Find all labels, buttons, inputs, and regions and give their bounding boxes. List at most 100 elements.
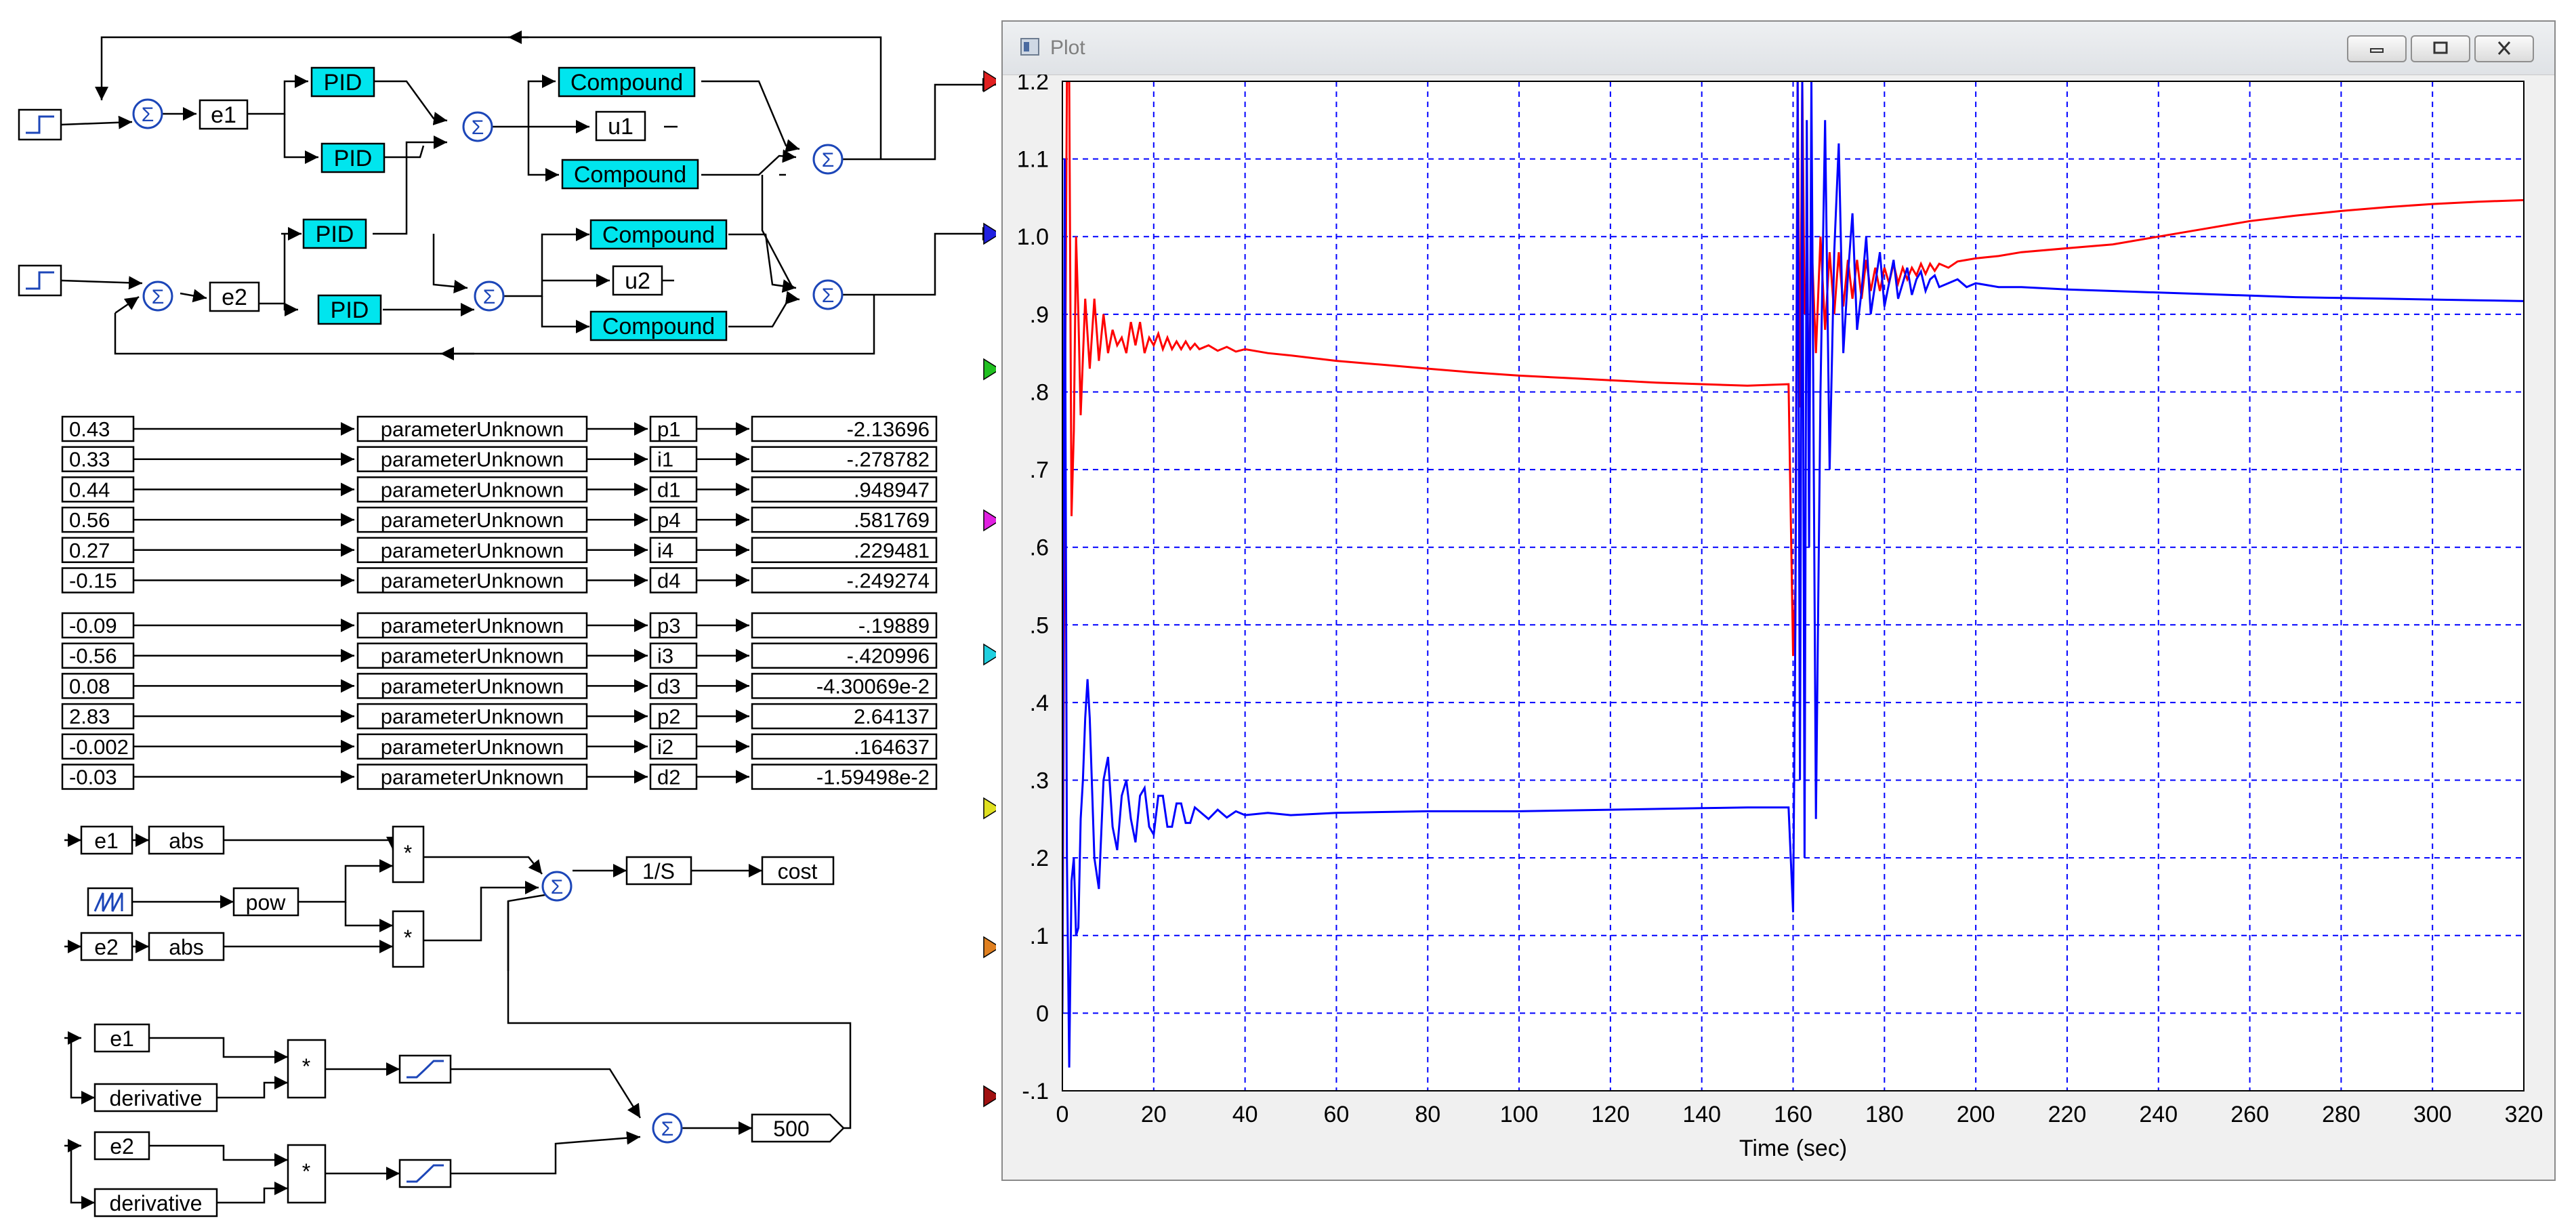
compound-label-1: Compound <box>570 70 683 96</box>
x-tick-label: 100 <box>1500 1102 1539 1127</box>
x-tick-label: 300 <box>2413 1102 2452 1127</box>
parameter-estimation-table: 0.43 parameterUnknown p1 -2.13696 0.33 parame… <box>61 415 938 790</box>
parameter-unknown-label: parameterUnknown <box>381 478 564 501</box>
param-estimate-value: -.19889 <box>858 614 930 638</box>
restore-icon <box>2433 41 2448 54</box>
svg-text:Σ: Σ <box>142 104 154 126</box>
close-button[interactable] <box>2474 35 2534 62</box>
block-diagram-canvas[interactable]: Σ Σ Σ Σ Σ Σ e1 e2 u1 u2 PID PID PID PID Comp… <box>0 0 996 1227</box>
parameter-unknown-label: parameterUnknown <box>381 766 564 789</box>
param-row: 0.08 parameterUnknown d3 -4.30069e-2 <box>61 673 938 699</box>
plot-input-port[interactable] <box>983 643 996 666</box>
minimize-icon <box>2370 48 2384 53</box>
ramp-source[interactable] <box>87 887 133 917</box>
minimize-button[interactable] <box>2347 35 2407 62</box>
y-tick-label: 1.1 <box>1017 147 1049 173</box>
sum-symbol-cost: Σ <box>551 876 564 898</box>
multiply-label-1: * <box>404 841 412 865</box>
param-estimate-value: -2.13696 <box>847 417 930 441</box>
parameter-unknown-label: parameterUnknown <box>381 644 564 668</box>
y-tick-label: .3 <box>1030 768 1049 794</box>
compound-label-2: Compound <box>574 162 686 188</box>
param-initial-value-text: -0.002 <box>69 735 129 759</box>
x-tick-label: 320 <box>2505 1102 2543 1127</box>
plot-input-port[interactable] <box>983 1085 996 1108</box>
param-name-label: d4 <box>657 569 680 593</box>
y-tick-label: .7 <box>1030 457 1049 483</box>
y-tick-label: -.1 <box>1022 1079 1049 1104</box>
x-tick-label: 240 <box>2139 1102 2178 1127</box>
param-initial-value-text: -0.03 <box>69 766 117 789</box>
param-row: 0.33 parameterUnknown i1 -.278782 <box>61 446 938 472</box>
plot-input-port[interactable] <box>983 936 996 959</box>
param-row: -0.09 parameterUnknown p3 -.19889 <box>61 612 938 639</box>
cost-output-label: cost <box>778 859 818 883</box>
maximize-button[interactable] <box>2411 35 2470 62</box>
param-row: -0.002 parameterUnknown i2 .164637 <box>61 733 938 760</box>
parameter-unknown-label: parameterUnknown <box>381 417 564 441</box>
plot-input-port[interactable] <box>983 358 996 381</box>
param-estimate-value: -1.59498e-2 <box>816 766 930 789</box>
plot-input-ports <box>983 70 996 1108</box>
param-initial-value-text: -0.56 <box>69 644 117 668</box>
multiply-label-2: * <box>404 926 412 950</box>
param-name-label: i2 <box>657 735 673 759</box>
y-tick-label: 1.0 <box>1017 224 1049 250</box>
parameter-unknown-label: parameterUnknown <box>381 735 564 759</box>
param-name-label: i4 <box>657 539 673 562</box>
plot-input-port[interactable] <box>983 222 996 245</box>
svg-text:Σ: Σ <box>822 285 835 307</box>
parameter-unknown-label: parameterUnknown <box>381 569 564 593</box>
y-tick-label: 1.2 <box>1017 75 1049 95</box>
x-tick-label: 60 <box>1324 1102 1350 1127</box>
svg-text:Σ: Σ <box>472 117 484 139</box>
parameter-unknown-label: parameterUnknown <box>381 705 564 728</box>
param-name-label: p3 <box>657 614 680 638</box>
abs-label-1: abs <box>169 829 204 853</box>
y-tick-label: .5 <box>1030 612 1049 638</box>
x-axis-label: Time (sec) <box>1739 1136 1847 1161</box>
cost-e2-label-2: e2 <box>110 1134 134 1159</box>
sum-symbol-penalty: Σ <box>661 1118 674 1140</box>
plot-window[interactable]: Plot 0 20 40 60 80 100 120 140 160 180 200 220 240 26… <box>1001 20 2556 1181</box>
plot-app-icon <box>1020 38 1039 56</box>
plot-input-port[interactable] <box>983 509 996 532</box>
param-row: -0.15 parameterUnknown d4 -.249274 <box>61 567 938 594</box>
plot-titlebar[interactable]: Plot <box>1003 22 2554 75</box>
parameter-unknown-label: parameterUnknown <box>381 448 564 472</box>
y-tick-label: .1 <box>1030 923 1049 949</box>
plot-input-port[interactable] <box>983 797 996 820</box>
x-tick-label: 120 <box>1592 1102 1630 1127</box>
param-initial-value-text: 0.08 <box>69 674 110 698</box>
param-row: 0.44 parameterUnknown d1 .948947 <box>61 476 938 503</box>
y-tick-label: .4 <box>1030 690 1049 716</box>
param-name-label: i3 <box>657 644 673 668</box>
param-estimate-value: -4.30069e-2 <box>816 674 930 698</box>
x-tick-label: 140 <box>1682 1102 1721 1127</box>
x-tick-label: 260 <box>2230 1102 2269 1127</box>
param-name-label: p4 <box>657 508 680 532</box>
param-name-label: d1 <box>657 478 680 501</box>
x-tick-label: 0 <box>1056 1102 1069 1127</box>
param-initial-value-text: -0.09 <box>69 614 117 638</box>
x-tick-label: 280 <box>2322 1102 2361 1127</box>
signal-u2-label: u2 <box>625 268 650 294</box>
param-name-label: d3 <box>657 674 680 698</box>
param-estimate-value: .948947 <box>854 478 930 501</box>
plot-area[interactable]: 0 20 40 60 80 100 120 140 160 180 200 220 240 260 280 3… <box>1003 75 2554 1180</box>
param-estimate-value: .229481 <box>854 539 930 562</box>
param-name-label: p2 <box>657 705 680 728</box>
param-row: 0.56 parameterUnknown p4 .581769 <box>61 506 938 533</box>
parameter-unknown-label: parameterUnknown <box>381 674 564 698</box>
compound-label-3: Compound <box>602 222 715 248</box>
compound-label-4: Compound <box>602 314 715 339</box>
plot-input-port[interactable] <box>983 70 996 93</box>
param-row: 2.83 parameterUnknown p2 2.64137 <box>61 703 938 730</box>
x-tick-label: 40 <box>1232 1102 1258 1127</box>
x-tick-label: 20 <box>1141 1102 1167 1127</box>
pow-label: pow <box>246 890 287 915</box>
param-row: -0.03 parameterUnknown d2 -1.59498e-2 <box>61 764 938 790</box>
signal-e1-label: e1 <box>211 102 236 128</box>
param-name-label: p1 <box>657 417 680 441</box>
x-tick-label: 200 <box>1957 1102 1995 1127</box>
